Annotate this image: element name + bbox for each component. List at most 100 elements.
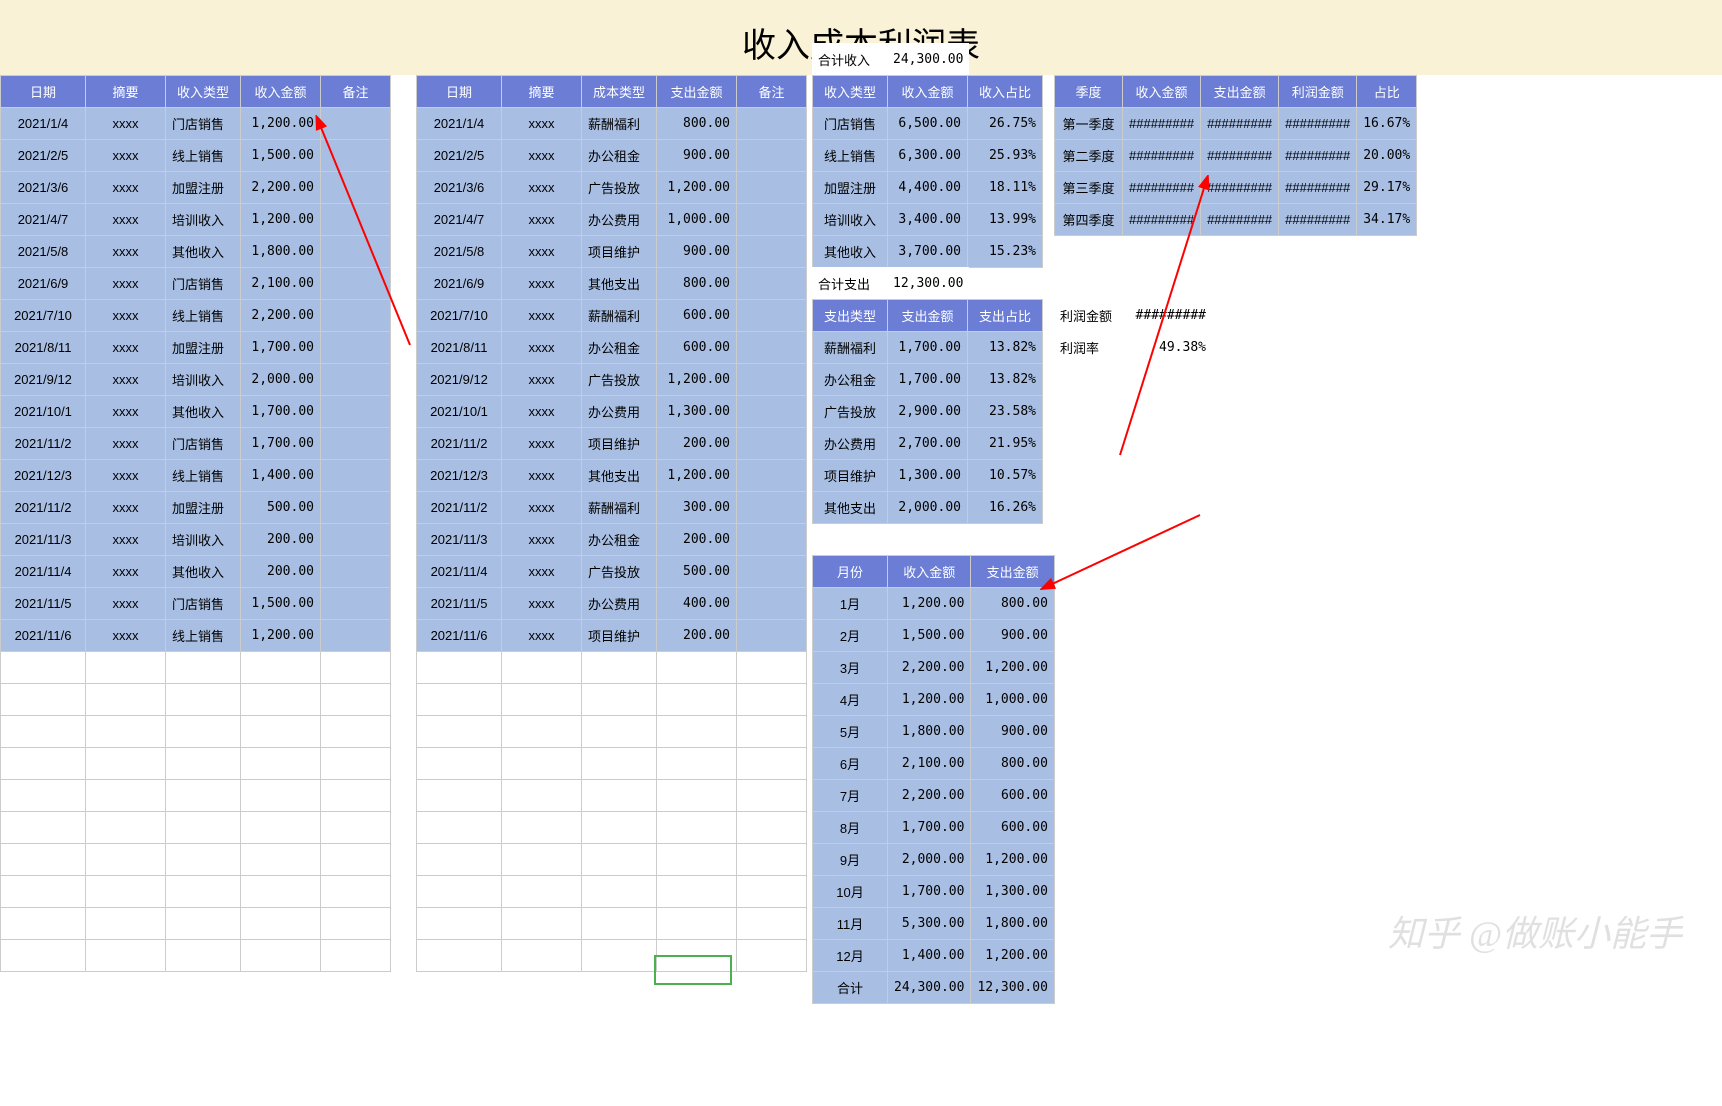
cell[interactable] bbox=[241, 812, 321, 844]
cell[interactable] bbox=[86, 716, 166, 748]
table-row[interactable]: 5月1,800.00900.00 bbox=[813, 716, 1055, 748]
cell[interactable]: 21.95% bbox=[968, 428, 1043, 460]
cell[interactable] bbox=[502, 716, 582, 748]
table-row[interactable]: 2021/2/5xxxx线上销售1,500.00 bbox=[1, 140, 391, 172]
cell[interactable]: xxxx bbox=[502, 268, 582, 300]
table-row[interactable]: 2021/10/1xxxx办公费用1,300.00 bbox=[417, 396, 807, 428]
cell[interactable] bbox=[657, 876, 737, 908]
cell[interactable]: 其他支出 bbox=[813, 492, 888, 524]
cell[interactable]: 2021/7/10 bbox=[417, 300, 502, 332]
cell[interactable] bbox=[321, 556, 391, 588]
cell[interactable] bbox=[417, 780, 502, 812]
cell[interactable]: 第三季度 bbox=[1055, 172, 1123, 204]
cell[interactable] bbox=[502, 748, 582, 780]
cell[interactable]: 2021/1/4 bbox=[417, 108, 502, 140]
cell[interactable]: 2,200.00 bbox=[241, 300, 321, 332]
cell[interactable]: 7月 bbox=[813, 780, 888, 812]
cell[interactable] bbox=[657, 716, 737, 748]
cell[interactable] bbox=[321, 684, 391, 716]
cell[interactable]: 办公费用 bbox=[582, 396, 657, 428]
cell[interactable]: 1,700.00 bbox=[888, 364, 968, 396]
cell[interactable]: 8月 bbox=[813, 812, 888, 844]
cell[interactable] bbox=[657, 812, 737, 844]
table-row[interactable]: 2021/11/3xxxx培训收入200.00 bbox=[1, 524, 391, 556]
cell[interactable]: 2021/7/10 bbox=[1, 300, 86, 332]
table-row[interactable]: 2021/11/5xxxx办公费用400.00 bbox=[417, 588, 807, 620]
table-row[interactable]: 2021/3/6xxxx加盟注册2,200.00 bbox=[1, 172, 391, 204]
cell[interactable]: 1,700.00 bbox=[888, 876, 971, 908]
cell[interactable]: ######### bbox=[1279, 140, 1357, 172]
cell[interactable] bbox=[241, 684, 321, 716]
cell[interactable] bbox=[1, 908, 86, 940]
cell[interactable] bbox=[166, 780, 241, 812]
table-row[interactable]: 7月2,200.00600.00 bbox=[813, 780, 1055, 812]
cell[interactable] bbox=[582, 812, 657, 844]
cell[interactable] bbox=[321, 300, 391, 332]
cell[interactable]: 2021/9/12 bbox=[1, 364, 86, 396]
cell[interactable]: 400.00 bbox=[657, 588, 737, 620]
cell[interactable] bbox=[737, 812, 807, 844]
cell[interactable]: 办公费用 bbox=[813, 428, 888, 460]
cell[interactable]: 线上销售 bbox=[166, 140, 241, 172]
cell[interactable]: 2,200.00 bbox=[888, 652, 971, 684]
cell[interactable]: 门店销售 bbox=[166, 268, 241, 300]
cell[interactable]: xxxx bbox=[502, 108, 582, 140]
cell[interactable]: xxxx bbox=[502, 396, 582, 428]
cell[interactable]: xxxx bbox=[86, 140, 166, 172]
cell[interactable]: 薪酬福利 bbox=[582, 300, 657, 332]
cell[interactable] bbox=[582, 684, 657, 716]
cell[interactable]: 900.00 bbox=[971, 620, 1054, 652]
cell[interactable]: 1,700.00 bbox=[888, 812, 971, 844]
cell[interactable] bbox=[241, 748, 321, 780]
cell[interactable]: 600.00 bbox=[657, 300, 737, 332]
cell[interactable]: 1,200.00 bbox=[971, 940, 1054, 972]
cell[interactable]: 2,200.00 bbox=[241, 172, 321, 204]
cell[interactable] bbox=[737, 268, 807, 300]
table-row[interactable]: 其他支出2,000.0016.26% bbox=[813, 492, 1043, 524]
cell[interactable]: 2021/1/4 bbox=[1, 108, 86, 140]
cell[interactable]: 2021/11/6 bbox=[1, 620, 86, 652]
cell[interactable]: 2021/12/3 bbox=[417, 460, 502, 492]
cell[interactable] bbox=[737, 844, 807, 876]
cell[interactable]: 加盟注册 bbox=[166, 492, 241, 524]
cell[interactable]: xxxx bbox=[502, 460, 582, 492]
income-summary-table[interactable]: 收入类型收入金额收入占比门店销售6,500.0026.75%线上销售6,300.… bbox=[812, 75, 1043, 268]
cell[interactable] bbox=[737, 172, 807, 204]
cell[interactable] bbox=[502, 908, 582, 940]
cell[interactable] bbox=[321, 652, 391, 684]
cell[interactable]: 其他收入 bbox=[166, 556, 241, 588]
cell[interactable]: 1,300.00 bbox=[888, 460, 968, 492]
table-row[interactable] bbox=[1, 940, 391, 972]
cell[interactable]: 1,200.00 bbox=[657, 172, 737, 204]
cell[interactable]: xxxx bbox=[86, 236, 166, 268]
cell[interactable] bbox=[502, 940, 582, 972]
cell[interactable] bbox=[1, 812, 86, 844]
cell[interactable]: 4月 bbox=[813, 684, 888, 716]
cell[interactable] bbox=[241, 652, 321, 684]
cell[interactable] bbox=[1, 748, 86, 780]
cell[interactable]: 线上销售 bbox=[813, 140, 888, 172]
cell[interactable]: 12,300.00 bbox=[971, 972, 1054, 1004]
cell[interactable]: 2021/11/2 bbox=[1, 428, 86, 460]
cell[interactable] bbox=[86, 844, 166, 876]
cell[interactable] bbox=[417, 652, 502, 684]
cell[interactable]: 300.00 bbox=[657, 492, 737, 524]
cell[interactable]: 1,500.00 bbox=[888, 620, 971, 652]
cell[interactable]: xxxx bbox=[502, 300, 582, 332]
cell[interactable] bbox=[86, 908, 166, 940]
cell[interactable]: 办公费用 bbox=[582, 588, 657, 620]
cell[interactable] bbox=[657, 780, 737, 812]
cell[interactable] bbox=[166, 812, 241, 844]
table-row[interactable]: 2021/10/1xxxx其他收入1,700.00 bbox=[1, 396, 391, 428]
table-row[interactable]: 第三季度###########################29.17% bbox=[1055, 172, 1417, 204]
cell[interactable] bbox=[737, 460, 807, 492]
cell[interactable] bbox=[737, 492, 807, 524]
table-row[interactable]: 2021/11/4xxxx广告投放500.00 bbox=[417, 556, 807, 588]
cell[interactable]: xxxx bbox=[86, 172, 166, 204]
cell[interactable]: 第二季度 bbox=[1055, 140, 1123, 172]
cell[interactable]: 1,400.00 bbox=[888, 940, 971, 972]
cell[interactable] bbox=[321, 940, 391, 972]
cell[interactable]: 16.26% bbox=[968, 492, 1043, 524]
cell[interactable] bbox=[241, 940, 321, 972]
cell[interactable]: 1,800.00 bbox=[971, 908, 1054, 940]
